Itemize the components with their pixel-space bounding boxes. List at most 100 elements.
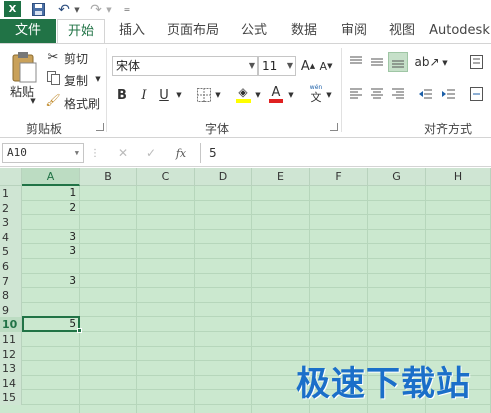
bold-button[interactable]: B <box>114 86 130 104</box>
tab-file[interactable]: 文件 <box>0 19 56 43</box>
cell-a6[interactable] <box>22 259 79 273</box>
row-header[interactable]: 6 <box>0 259 22 274</box>
copy-icon <box>45 70 61 86</box>
cell-a14[interactable] <box>22 376 79 390</box>
column-header[interactable]: D <box>195 168 252 186</box>
row-header[interactable]: 1 <box>0 186 22 201</box>
row-gridline <box>22 199 491 201</box>
decrease-indent-button[interactable] <box>417 86 435 102</box>
row-header[interactable]: 7 <box>0 273 22 289</box>
copy-dropdown-icon[interactable]: ▼ <box>93 74 103 84</box>
cell-a4[interactable]: 3 <box>22 230 79 244</box>
cell-a7[interactable]: 3 <box>22 274 79 288</box>
align-top-button[interactable] <box>347 54 365 70</box>
underline-button[interactable]: U <box>156 86 172 104</box>
font-launcher-icon[interactable] <box>330 123 338 131</box>
cell-a2[interactable]: 2 <box>22 201 79 215</box>
align-center-button[interactable] <box>368 86 386 102</box>
row-header[interactable]: 14 <box>0 375 22 391</box>
cell-a11[interactable] <box>22 332 79 346</box>
font-color-dropdown-icon[interactable]: ▼ <box>286 90 296 100</box>
undo-dropdown-button[interactable]: ▼ <box>72 1 82 18</box>
undo-button[interactable]: ↶ <box>56 1 72 18</box>
cell-a13[interactable] <box>22 361 79 375</box>
tab-data[interactable]: 数据 <box>282 19 326 43</box>
underline-dropdown-icon[interactable]: ▼ <box>174 90 184 100</box>
format-painter-button[interactable]: 格式刷 <box>64 95 100 112</box>
row-header[interactable]: 11 <box>0 332 22 347</box>
align-bottom-button[interactable] <box>388 52 408 72</box>
paste-button[interactable] <box>8 50 40 84</box>
row-header[interactable]: 3 <box>0 215 22 231</box>
clipboard-launcher-icon[interactable] <box>96 123 104 131</box>
insert-function-button[interactable]: fx <box>173 145 189 161</box>
row-header[interactable]: 13 <box>0 361 22 377</box>
column-header[interactable]: A <box>22 168 80 186</box>
column-header[interactable]: H <box>426 168 491 186</box>
redo-dropdown-button[interactable]: ▼ <box>104 1 114 18</box>
align-left-button[interactable] <box>347 86 365 102</box>
grow-font-button[interactable]: A ▲ <box>300 57 316 75</box>
tab-view[interactable]: 视图 <box>380 19 424 43</box>
italic-button[interactable]: I <box>136 86 152 104</box>
fill-color-button[interactable]: ◈ <box>234 84 252 104</box>
orientation-dropdown-icon[interactable]: ▼ <box>440 58 450 68</box>
cancel-entry-button[interactable]: ✕ <box>116 145 130 161</box>
row-header[interactable]: 2 <box>0 200 22 216</box>
row-header[interactable]: 4 <box>0 229 22 245</box>
paste-dropdown-icon[interactable]: ▼ <box>28 96 38 106</box>
cut-button[interactable]: 剪切 <box>64 50 88 67</box>
borders-button[interactable] <box>196 87 212 103</box>
cell-a5[interactable]: 3 <box>22 244 79 258</box>
font-name-combo[interactable]: 宋体 ▼ <box>112 56 258 76</box>
cell-a8[interactable] <box>22 288 79 302</box>
fill-handle[interactable] <box>77 328 82 333</box>
wrap-text-button[interactable] <box>468 54 486 70</box>
name-box[interactable]: A10 ▼ <box>2 143 84 163</box>
row-gridline <box>22 258 491 259</box>
column-header[interactable]: B <box>80 168 137 186</box>
column-header[interactable]: C <box>137 168 195 186</box>
row-header[interactable]: 8 <box>0 288 22 304</box>
tab-autodesk[interactable]: Autodesk <box>428 19 491 43</box>
row-header[interactable]: 10 <box>0 317 22 333</box>
cell-a1[interactable]: 1 <box>22 186 79 200</box>
select-all-button[interactable] <box>0 168 22 186</box>
align-middle-button[interactable] <box>368 54 386 70</box>
tab-home[interactable]: 开始 <box>57 19 105 44</box>
row-header[interactable]: 15 <box>0 390 22 406</box>
column-header[interactable]: G <box>368 168 426 186</box>
redo-button[interactable]: ↷ <box>88 1 104 18</box>
column-header[interactable]: F <box>310 168 368 186</box>
increase-indent-button[interactable] <box>440 86 458 102</box>
tab-page-layout[interactable]: 页面布局 <box>160 19 226 43</box>
shrink-font-button[interactable]: A ▼ <box>318 57 334 75</box>
tab-insert[interactable]: 插入 <box>110 19 154 43</box>
column-header[interactable]: E <box>252 168 310 186</box>
save-button[interactable] <box>30 1 46 18</box>
font-size-combo[interactable]: 11 ▼ <box>258 56 296 76</box>
enter-entry-button[interactable]: ✓ <box>144 145 158 161</box>
align-right-button[interactable] <box>389 86 407 102</box>
copy-button[interactable]: 复制 <box>64 72 88 89</box>
tab-formulas[interactable]: 公式 <box>232 19 276 43</box>
cell-a15[interactable] <box>22 390 79 404</box>
font-color-button[interactable]: A <box>268 84 284 104</box>
paste-icon <box>12 52 37 83</box>
borders-dropdown-icon[interactable]: ▼ <box>213 90 223 100</box>
tab-review[interactable]: 审阅 <box>332 19 376 43</box>
fill-color-dropdown-icon[interactable]: ▼ <box>253 90 263 100</box>
formula-input[interactable]: 5 <box>200 143 491 163</box>
phonetic-button[interactable]: wén 文 <box>306 82 326 106</box>
format-painter-icon: 🖌 <box>45 93 61 107</box>
customize-toolbar-button[interactable]: = <box>122 1 132 18</box>
cell-a9[interactable] <box>22 303 79 317</box>
phonetic-dropdown-icon[interactable]: ▼ <box>324 90 334 100</box>
orientation-button[interactable]: ab↗ <box>414 54 439 70</box>
cell-a12[interactable] <box>22 347 79 361</box>
row-header[interactable]: 12 <box>0 346 22 362</box>
cell-a3[interactable] <box>22 215 79 229</box>
merge-center-button[interactable] <box>468 86 486 102</box>
row-header[interactable]: 5 <box>0 244 22 260</box>
row-header[interactable]: 9 <box>0 302 22 318</box>
